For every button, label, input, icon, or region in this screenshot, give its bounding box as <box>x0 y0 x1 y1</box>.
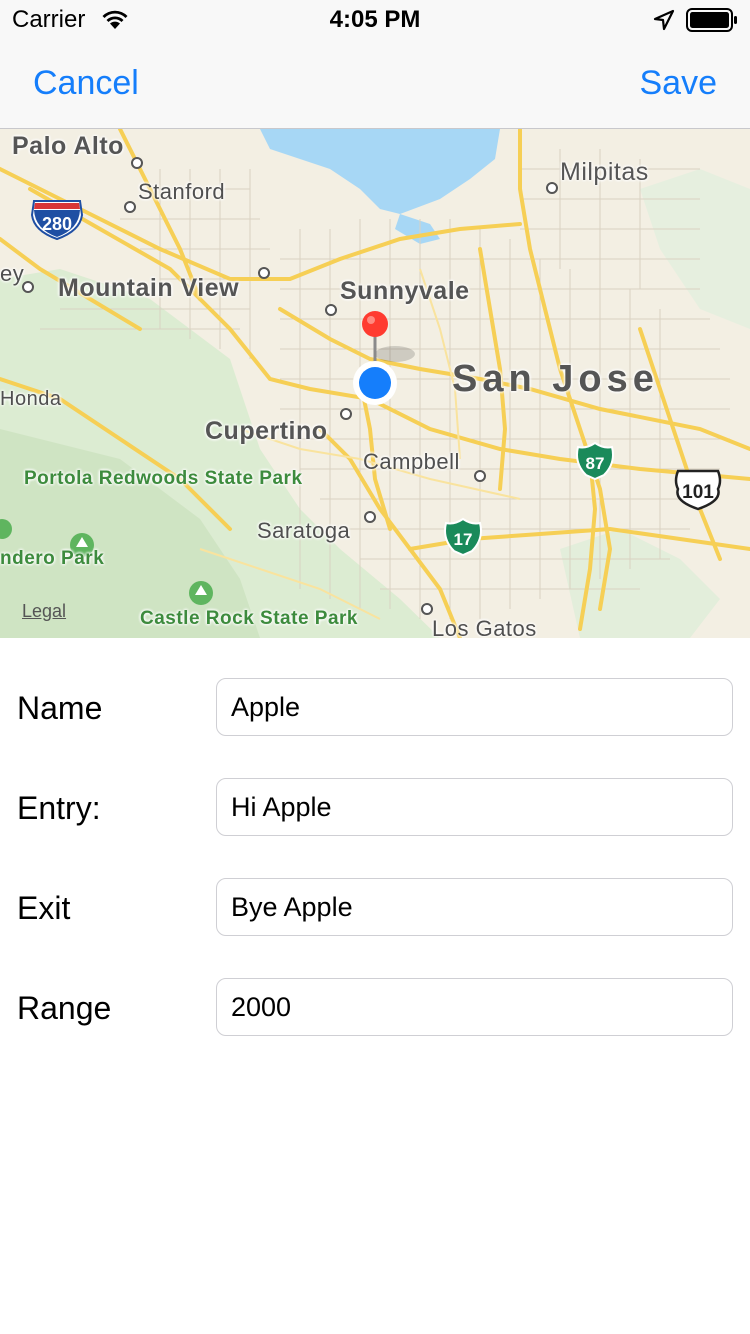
status-bar: Carrier 4:05 PM <box>0 0 750 40</box>
map-label-los-gatos: Los Gatos <box>432 616 537 638</box>
name-row: Name <box>0 678 750 738</box>
map-label-sunnyvale: Sunnyvale <box>340 277 470 305</box>
map-label-milpitas: Milpitas <box>560 158 649 186</box>
map-label-san-jose: San Jose <box>452 358 659 400</box>
us-101-label: 101 <box>682 482 714 503</box>
map-label-cupertino: Cupertino <box>205 417 328 445</box>
exit-field[interactable] <box>216 878 733 936</box>
entry-field[interactable] <box>216 778 733 836</box>
interstate-280-label: 280 <box>42 214 72 234</box>
legal-link[interactable]: Legal <box>22 601 66 622</box>
range-row: Range <box>0 978 750 1038</box>
name-label: Name <box>17 690 103 726</box>
route-17-label: 17 <box>454 530 473 549</box>
map-label-ey: ey <box>0 261 25 286</box>
map-label-portola-park: Portola Redwoods State Park <box>24 469 302 489</box>
map-label-honda: Honda <box>0 388 62 410</box>
cancel-button[interactable]: Cancel <box>33 64 139 103</box>
range-field[interactable] <box>216 978 733 1036</box>
map-label-stanford: Stanford <box>138 179 226 204</box>
exit-row: Exit <box>0 878 750 938</box>
entry-label: Entry: <box>17 790 101 826</box>
save-button[interactable]: Save <box>640 64 718 103</box>
status-time: 4:05 PM <box>329 6 421 33</box>
range-label: Range <box>17 990 112 1026</box>
map-view[interactable]: 280 101 87 17 Palo Alto Stanford Milpita… <box>0 129 750 638</box>
location-arrow-icon <box>653 9 675 36</box>
map-label-mountain-view: Mountain View <box>58 274 240 302</box>
exit-label: Exit <box>17 890 71 926</box>
name-field[interactable] <box>216 678 733 736</box>
map-label-campbell: Campbell <box>363 449 460 474</box>
route-87-label: 87 <box>586 454 605 473</box>
map-label-saratoga: Saratoga <box>257 518 351 543</box>
map-label-sandero-park: ndero Park <box>0 548 105 569</box>
user-location-dot <box>353 361 397 405</box>
navigation-bar: Cancel Save <box>0 40 750 129</box>
entry-row: Entry: <box>0 778 750 838</box>
battery-icon <box>686 8 738 37</box>
map-label-palo-alto: Palo Alto <box>12 132 124 160</box>
map-label-castle-rock-park: Castle Rock State Park <box>140 608 358 629</box>
